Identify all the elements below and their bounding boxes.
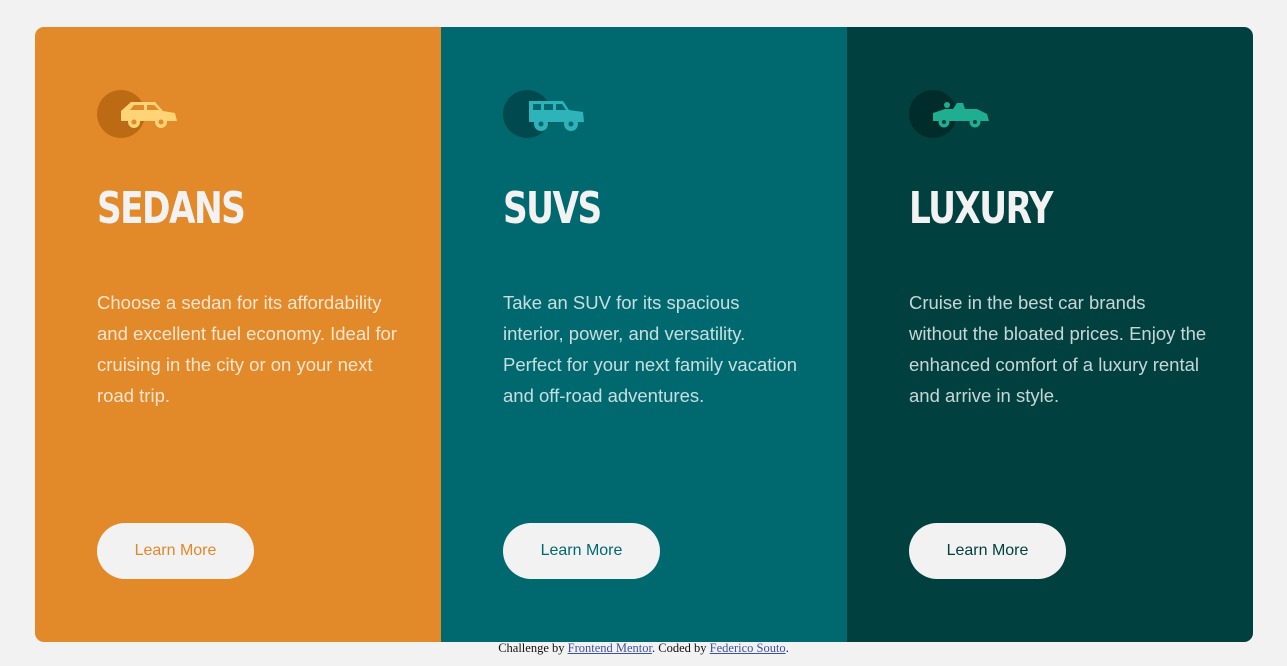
learn-more-button[interactable]: Learn More (503, 523, 660, 579)
card-description: Take an SUV for its spacious interior, p… (503, 292, 798, 406)
frontend-mentor-link[interactable]: Frontend Mentor (568, 641, 652, 655)
attribution-footer: Challenge by Frontend Mentor. Coded by F… (0, 641, 1287, 656)
footer-middle: . Coded by (652, 641, 710, 655)
card-description: Choose a sedan for its affordability and… (97, 292, 397, 406)
card-title: LUXURY (909, 183, 1053, 234)
card-suvs: SUVS Take an SUV for its spacious interi… (441, 27, 847, 642)
sedan-car-icon (97, 90, 177, 138)
learn-more-button[interactable]: Learn More (97, 523, 254, 579)
footer-prefix: Challenge by (498, 641, 568, 655)
cards-container: SEDANS Choose a sedan for its affordabil… (35, 27, 1253, 642)
learn-more-button[interactable]: Learn More (909, 523, 1066, 579)
card-luxury: LUXURY Cruise in the best car brands wit… (847, 27, 1253, 642)
card-title: SEDANS (97, 183, 246, 234)
card-description: Cruise in the best car brands without th… (909, 292, 1207, 406)
card-title: SUVS (503, 183, 602, 234)
card-sedans: SEDANS Choose a sedan for its affordabil… (35, 27, 441, 642)
suv-car-icon (503, 90, 584, 138)
luxury-car-icon (909, 90, 989, 138)
author-link[interactable]: Federico Souto (710, 641, 786, 655)
footer-suffix: . (785, 641, 789, 655)
